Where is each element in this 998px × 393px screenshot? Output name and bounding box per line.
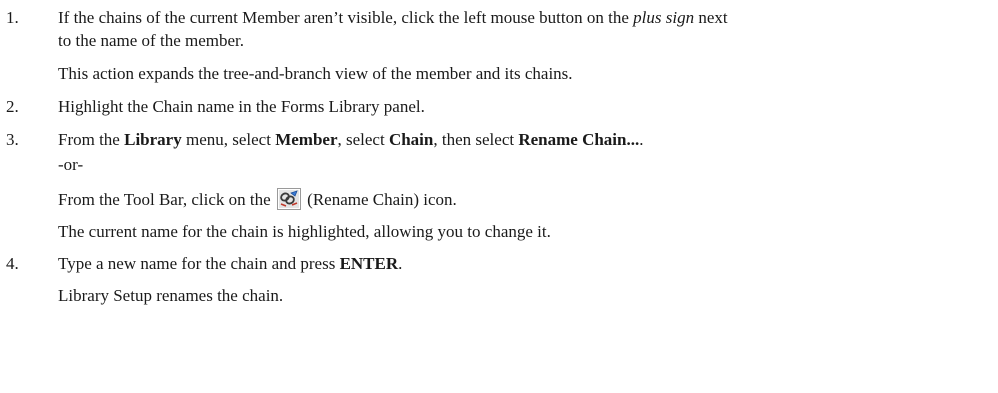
step-3-toolbar-b: (Rename Chain) icon.	[302, 190, 457, 209]
step-3-note: The current name for the chain is highli…	[58, 222, 551, 241]
step-1-text-after: next	[694, 8, 728, 27]
step-4-number: 4.	[6, 254, 19, 273]
step-3-toolbar-a: From the Tool Bar, click on the	[58, 190, 275, 209]
step-4-text-a: Type a new name for the chain and press	[58, 254, 340, 273]
step-3-text-e: .	[639, 130, 644, 149]
library-menu-term: Library	[124, 130, 182, 149]
step-1-note: This action expands the tree-and-branch …	[58, 64, 573, 83]
step-3-text-a: From the	[58, 130, 125, 149]
rename-chain-menu-term: Rename Chain...	[518, 130, 640, 149]
chain-menu-term: Chain	[388, 130, 434, 149]
step-3-or: -or-	[58, 155, 84, 174]
step-1-text-main: If the chains of the current Member aren…	[58, 8, 634, 27]
step-4-note: Library Setup renames the chain.	[58, 286, 284, 305]
plus-sign-term: plus sign	[633, 8, 695, 27]
rename-chain-icon	[276, 188, 301, 211]
step-3-number: 3.	[6, 130, 19, 149]
step-3-text-c: , select	[337, 130, 389, 149]
step-1-number: 1.	[6, 8, 19, 27]
step-3-toolbar-text: From the Tool Bar, click on the (Rename …	[58, 188, 457, 211]
step-3-text: From the Library menu, select Member, se…	[58, 129, 644, 151]
step-4-text-b: .	[398, 254, 403, 273]
step-1-text-cont: to the name of the member.	[58, 31, 244, 50]
step-2-text: Highlight the Chain name in the Forms Li…	[58, 97, 425, 116]
member-menu-term: Member	[275, 130, 338, 149]
instruction-document: 1. If the chains of the current Member a…	[0, 0, 998, 393]
enter-key-term: ENTER	[339, 254, 399, 273]
step-3-text-d: , then select	[433, 130, 519, 149]
step-2-number: 2.	[6, 97, 19, 116]
step-4-text: Type a new name for the chain and press …	[58, 253, 402, 275]
step-3-text-b: menu, select	[181, 130, 276, 149]
step-1-text: If the chains of the current Member aren…	[58, 7, 728, 29]
